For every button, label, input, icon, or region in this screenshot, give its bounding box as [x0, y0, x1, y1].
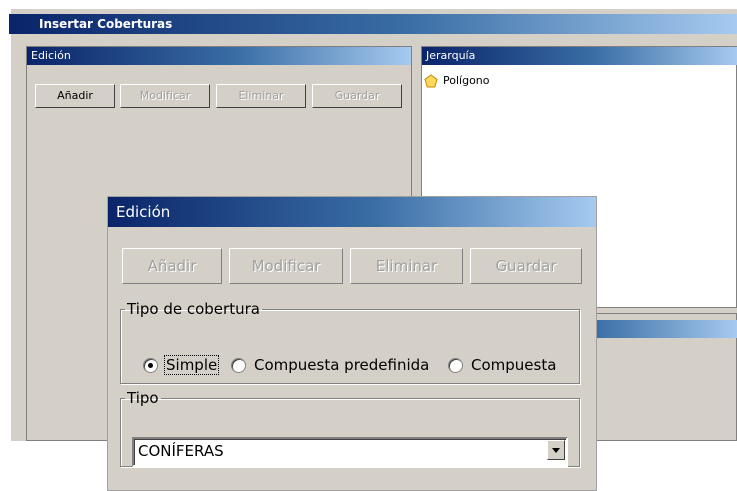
dialog-delete-button[interactable]: Eliminar — [350, 248, 463, 284]
window-title: Insertar Coberturas — [9, 14, 737, 34]
radio-compuesta-predefinida-label: Compuesta predefinida — [254, 356, 430, 374]
radio-compuesta-predefinida[interactable]: Compuesta predefinida — [231, 356, 429, 374]
radio-simple[interactable]: Simple — [143, 355, 220, 375]
chevron-down-icon[interactable] — [547, 440, 565, 460]
edit-panel-title: Edición — [27, 47, 411, 65]
modify-button[interactable]: Modificar — [120, 84, 210, 108]
radio-simple-label: Simple — [163, 355, 220, 375]
tree-item-polygon[interactable]: Polígono — [424, 72, 490, 88]
dialog-save-button[interactable]: Guardar — [470, 248, 582, 284]
radio-simple-indicator[interactable] — [143, 357, 158, 373]
tree-item-label: Polígono — [443, 73, 490, 87]
type-group: Tipo CONÍFERAS — [120, 389, 580, 467]
hierarchy-title: Jerarquía — [422, 47, 737, 65]
coverage-type-group: Tipo de cobertura Simple Compuesta prede… — [120, 300, 580, 384]
edit-dialog: Edición Añadir Modificar Eliminar Guarda… — [107, 196, 597, 491]
delete-button[interactable]: Eliminar — [216, 84, 306, 108]
dialog-add-button[interactable]: Añadir — [122, 248, 222, 284]
dialog-modify-button[interactable]: Modificar — [229, 248, 343, 284]
save-button[interactable]: Guardar — [312, 84, 402, 108]
edit-dialog-title: Edición — [108, 197, 596, 227]
type-legend: Tipo — [127, 389, 159, 407]
radio-compuesta-indicator[interactable] — [448, 357, 463, 373]
add-button[interactable]: Añadir — [35, 84, 115, 108]
type-select[interactable]: CONÍFERAS — [132, 437, 568, 467]
radio-compuesta-predefinida-indicator[interactable] — [231, 357, 246, 373]
pentagon-icon — [424, 73, 438, 88]
coverage-type-legend: Tipo de cobertura — [127, 300, 260, 318]
radio-compuesta-label: Compuesta — [471, 356, 557, 374]
type-select-value: CONÍFERAS — [138, 442, 224, 460]
radio-compuesta[interactable]: Compuesta — [448, 356, 556, 374]
